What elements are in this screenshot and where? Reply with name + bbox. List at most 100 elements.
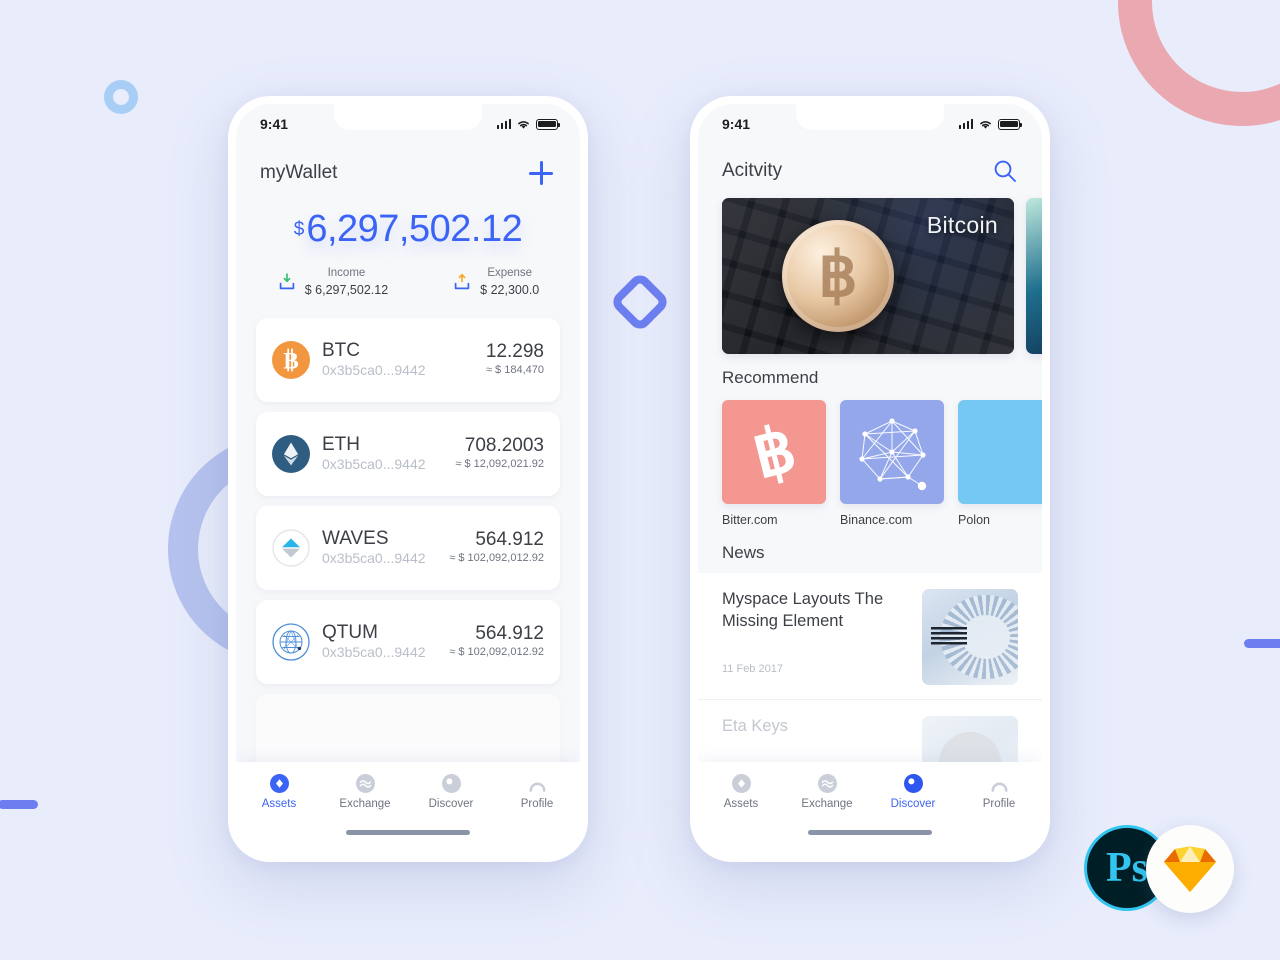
asset-symbol: BTC <box>322 340 360 362</box>
asset-symbol: ETH <box>322 434 360 456</box>
banner-carousel[interactable]: ฿ Bitcoin <box>698 184 1042 354</box>
asset-address: 0x3b5ca0...9442 <box>322 644 426 661</box>
status-time: 9:41 <box>260 116 289 132</box>
network-graph-icon <box>840 400 944 504</box>
asset-fiat-value: ≈ $ 12,092,021.92 <box>455 458 544 471</box>
tab-exchange[interactable]: Exchange <box>322 772 408 830</box>
recommend-label: Bitter.com <box>722 513 778 527</box>
sketch-diamond-icon <box>1164 846 1216 892</box>
table-row[interactable]: QTUM 0x3b5ca0...9442 564.912 ≈ $ 102,092… <box>256 600 560 685</box>
waves-icon <box>784 772 870 794</box>
decor-diamond-outline <box>608 270 672 334</box>
asset-address: 0x3b5ca0...9442 <box>322 362 426 379</box>
status-icons <box>958 118 1022 130</box>
page-title: myWallet <box>260 162 338 183</box>
notch <box>334 104 482 130</box>
table-row[interactable]: WAVES 0x3b5ca0...9442 564.912 ≈ $ 102,09… <box>256 506 560 591</box>
banner-next[interactable] <box>1026 198 1042 354</box>
notch <box>796 104 944 130</box>
tab-assets[interactable]: Assets <box>236 772 322 830</box>
tab-label: Profile <box>982 798 1016 810</box>
diamond-icon <box>236 772 322 794</box>
activity-screen: 9:41 Acitvity ฿ Bitcoin Recommend ฿ Bitt… <box>698 104 1042 854</box>
decor-bar-left <box>0 800 38 809</box>
add-wallet-button[interactable] <box>526 158 556 188</box>
news-headline: Myspace Layouts The Missing Element <box>722 590 884 630</box>
recommend-label: Polon <box>958 513 990 527</box>
asset-address: 0x3b5ca0...9442 <box>322 456 426 473</box>
battery-icon <box>998 118 1022 130</box>
total-balance: 6,297,502.12 <box>306 208 523 250</box>
expense-label: Expense <box>487 267 533 279</box>
banner-caption: Bitcoin <box>926 212 998 238</box>
qtum-coin-icon <box>272 623 310 662</box>
asset-symbol: QTUM <box>322 622 378 644</box>
decor-bar-right <box>1244 639 1280 648</box>
tab-discover[interactable]: Discover <box>870 772 956 830</box>
compass-icon <box>408 772 494 794</box>
tab-assets[interactable]: Assets <box>698 772 784 830</box>
ibm-logo-mark <box>931 627 967 647</box>
news-headline: Eta Keys <box>722 717 789 735</box>
status-icons <box>496 118 560 130</box>
sparkle-icon <box>958 400 1042 504</box>
home-indicator[interactable] <box>346 830 470 835</box>
compass-icon <box>870 772 956 794</box>
tab-label: Discover <box>890 798 936 810</box>
list-item[interactable]: ฿ Bitter.com <box>722 400 826 527</box>
phone-mockup-wallet: 9:41 myWallet $ 6,297,502.12 Income $ 6,… <box>228 96 588 862</box>
currency-symbol: $ <box>293 219 305 240</box>
list-item[interactable]: Myspace Layouts The Missing Element 11 F… <box>698 573 1042 700</box>
asset-list: B BTC 0x3b5ca0...9442 12.298 ≈ $ 184,470 <box>236 318 580 779</box>
recommend-list: ฿ Bitter.com Binance.com Polon <box>698 388 1042 527</box>
tab-label: Assets <box>723 798 759 810</box>
bitcoin-glyph-icon: ฿ <box>722 400 826 504</box>
wifi-icon <box>980 120 991 129</box>
asset-address: 0x3b5ca0...9442 <box>322 550 426 567</box>
asset-fiat-value: ≈ $ 102,092,012.92 <box>449 646 544 659</box>
person-icon <box>494 772 580 794</box>
waves-coin-icon <box>272 529 310 568</box>
decor-pink-ring <box>1118 0 1280 126</box>
status-time: 9:41 <box>722 116 751 132</box>
expense-summary: Expense $ 22,300.0 <box>452 266 539 298</box>
asset-symbol: WAVES <box>322 528 389 550</box>
recommend-heading: Recommend <box>722 368 819 387</box>
tab-label: Profile <box>520 798 554 810</box>
income-value: $ 6,297,502.12 <box>304 282 389 297</box>
asset-amount: 564.912 <box>475 623 544 645</box>
download-tray-icon <box>277 272 297 292</box>
banner-bitcoin[interactable]: ฿ Bitcoin <box>722 198 1014 354</box>
decor-small-circle <box>104 80 138 114</box>
sketch-logo <box>1146 825 1234 913</box>
tab-label: Exchange <box>801 798 853 810</box>
search-icon[interactable] <box>992 158 1018 184</box>
table-row[interactable]: ETH 0x3b5ca0...9442 708.2003 ≈ $ 12,092,… <box>256 412 560 497</box>
asset-amount: 708.2003 <box>464 435 544 457</box>
tab-exchange[interactable]: Exchange <box>784 772 870 830</box>
list-item[interactable]: Binance.com <box>840 400 944 527</box>
home-indicator[interactable] <box>808 830 932 835</box>
phone-mockup-discover: 9:41 Acitvity ฿ Bitcoin Recommend ฿ Bitt… <box>690 96 1050 862</box>
page-title: Acitvity <box>722 160 783 181</box>
recommend-label: Binance.com <box>840 513 913 527</box>
canvas: 9:41 myWallet $ 6,297,502.12 Income $ 6,… <box>0 0 1280 960</box>
balance-section: $ 6,297,502.12 Income $ 6,297,502.12 Exp… <box>236 210 580 298</box>
signal-icon <box>496 119 511 129</box>
list-item[interactable]: Polon <box>958 400 1042 527</box>
tab-profile[interactable]: Profile <box>494 772 580 830</box>
table-row[interactable]: B BTC 0x3b5ca0...9442 12.298 ≈ $ 184,470 <box>256 318 560 403</box>
tab-discover[interactable]: Discover <box>408 772 494 830</box>
waves-icon <box>322 772 408 794</box>
expense-value: $ 22,300.0 <box>480 282 540 297</box>
news-heading: News <box>722 543 765 562</box>
income-label: Income <box>327 267 366 279</box>
upload-tray-icon <box>452 272 472 292</box>
tab-bar: Assets Exchange Discover Profile <box>236 762 580 854</box>
tab-bar: Assets Exchange Discover Profile <box>698 762 1042 854</box>
news-date: 11 Feb 2017 <box>722 662 783 675</box>
asset-fiat-value: ≈ $ 184,470 <box>485 364 544 377</box>
bitcoin-coin-photo: ฿ <box>782 220 894 332</box>
income-expense-row: Income $ 6,297,502.12 Expense $ 22,300.0 <box>236 266 580 298</box>
tab-profile[interactable]: Profile <box>956 772 1042 830</box>
